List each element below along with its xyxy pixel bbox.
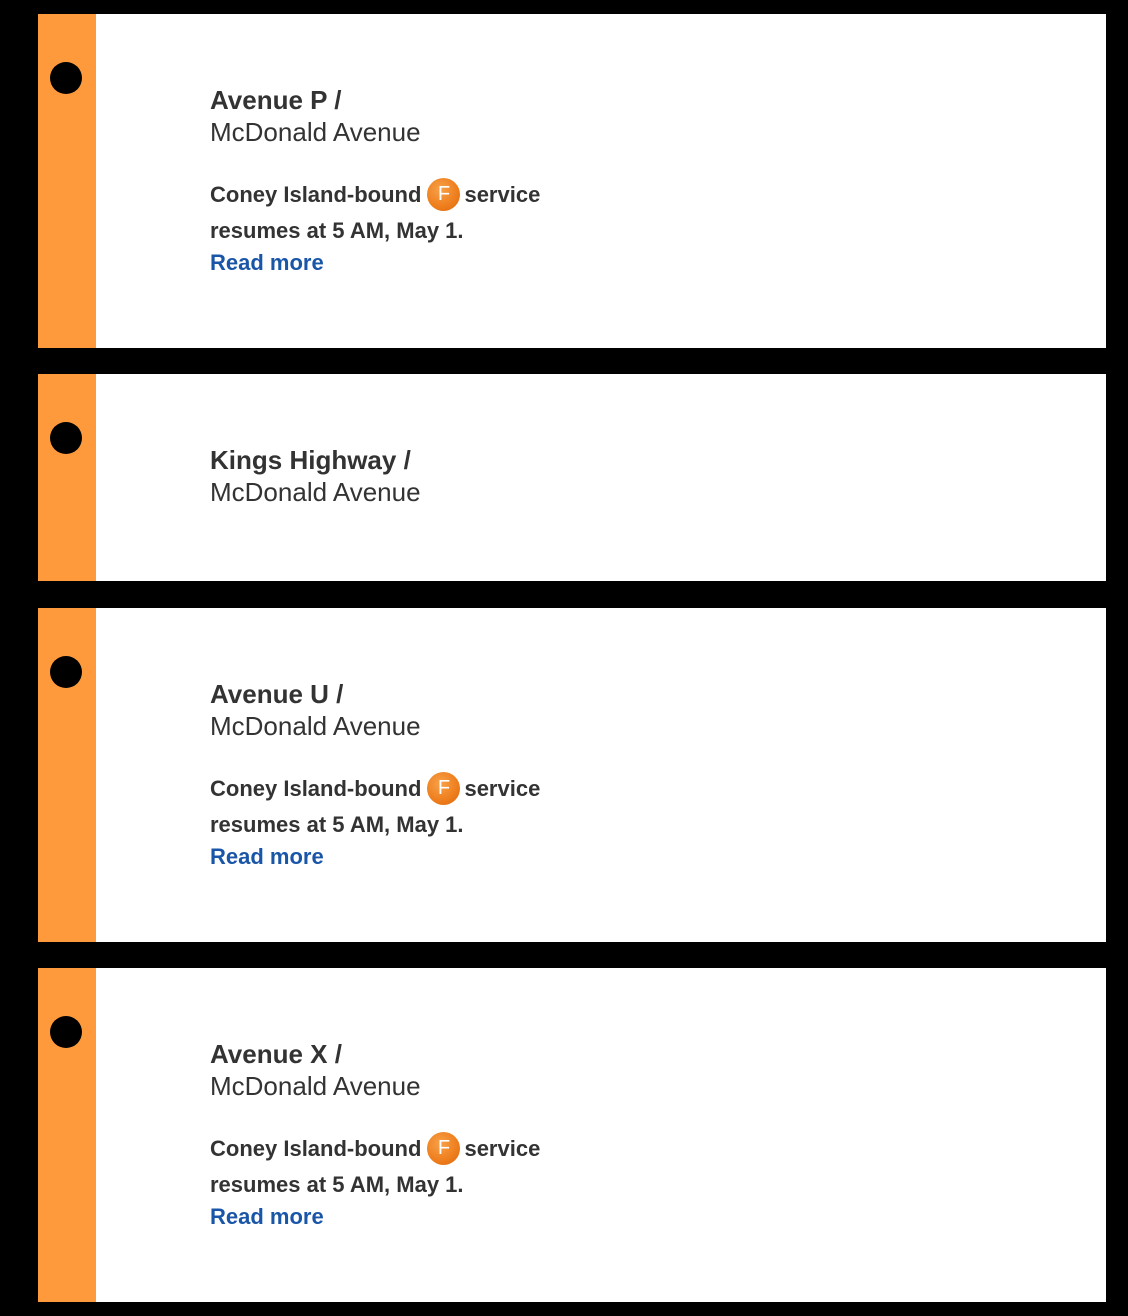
station-info: Avenue X / McDonald Avenue Coney Island-… [210,1038,910,1231]
read-more-link[interactable]: Read more [210,843,910,871]
station-stop-icon [50,62,82,94]
alert-text-line2: resumes at 5 AM, May 1. [210,812,464,837]
station-card: Kings Highway / McDonald Avenue [38,374,1106,581]
read-more-link[interactable]: Read more [210,249,910,277]
alert-text-suffix: service [464,182,541,207]
f-train-route-icon: F [427,177,461,211]
station-info: Avenue U / McDonald Avenue Coney Island-… [210,678,910,871]
station-name: Avenue X / [210,1039,342,1069]
read-more-link[interactable]: Read more [210,1203,910,1231]
alert-text-prefix: Coney Island-bound [210,182,422,207]
station-info: Kings Highway / McDonald Avenue [210,444,910,508]
station-cross-street: McDonald Avenue [210,711,421,741]
station-name: Avenue P / [210,85,342,115]
station-cross-street: McDonald Avenue [210,117,421,147]
f-train-route-icon: F [427,1131,461,1165]
station-card: Avenue X / McDonald Avenue Coney Island-… [38,968,1106,1302]
station-name: Avenue U / [210,679,344,709]
station-cross-street: McDonald Avenue [210,1071,421,1101]
station-name: Kings Highway / [210,445,411,475]
alert-text-line2: resumes at 5 AM, May 1. [210,1172,464,1197]
service-alert: Coney Island-bound Fservice resumes at 5 … [210,177,910,249]
station-card: Avenue U / McDonald Avenue Coney Island-… [38,608,1106,942]
f-train-route-icon: F [427,771,461,805]
route-line-strip [38,374,96,581]
service-alert: Coney Island-bound Fservice resumes at 5 … [210,1131,910,1203]
station-cross-street: McDonald Avenue [210,477,421,507]
alert-text-prefix: Coney Island-bound [210,776,422,801]
station-stop-icon [50,1016,82,1048]
station-stop-icon [50,656,82,688]
station-card: Avenue P / McDonald Avenue Coney Island-… [38,14,1106,348]
service-alert: Coney Island-bound Fservice resumes at 5 … [210,771,910,843]
station-info: Avenue P / McDonald Avenue Coney Island-… [210,84,910,277]
alert-text-suffix: service [464,776,541,801]
alert-text-prefix: Coney Island-bound [210,1136,422,1161]
station-stop-icon [50,422,82,454]
alert-text-suffix: service [464,1136,541,1161]
alert-text-line2: resumes at 5 AM, May 1. [210,218,464,243]
